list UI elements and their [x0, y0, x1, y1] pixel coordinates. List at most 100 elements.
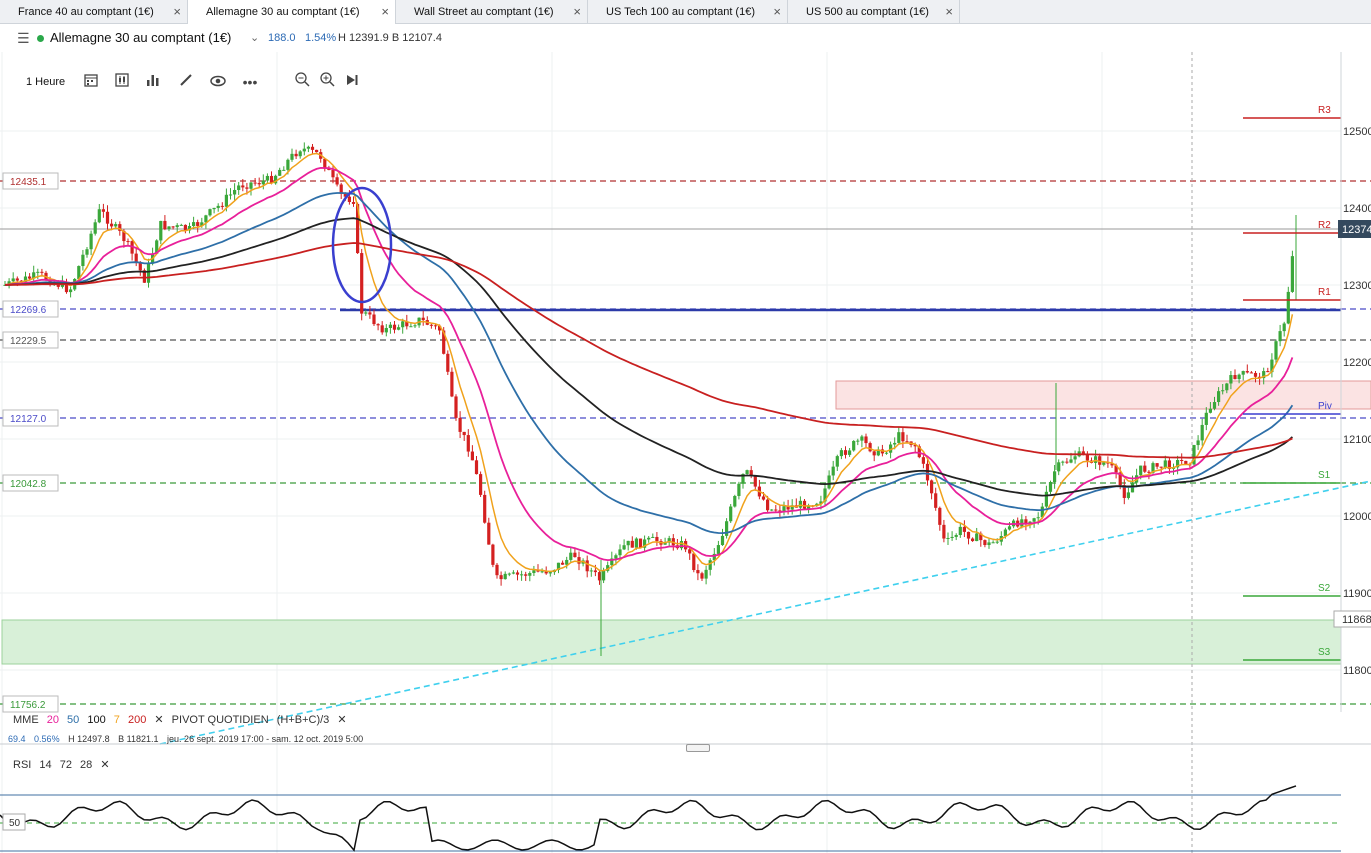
candle-body — [335, 177, 339, 185]
candle-body — [1278, 331, 1282, 342]
candle-body — [975, 533, 979, 542]
candle-body — [1282, 323, 1286, 332]
candle-body — [1036, 517, 1040, 519]
candle-body — [401, 321, 405, 328]
candle-body — [315, 149, 319, 153]
candle-body — [376, 324, 380, 326]
candle-body — [991, 542, 995, 544]
candle-body — [372, 314, 376, 325]
candle-body — [696, 570, 700, 574]
candle-body — [446, 353, 450, 372]
candle-body — [97, 209, 101, 223]
candle-body — [593, 570, 597, 573]
candle-body — [40, 271, 44, 273]
candle-body — [368, 312, 372, 315]
candle-body — [409, 326, 413, 328]
mme-label[interactable]: MME — [13, 714, 39, 726]
candle-body — [85, 249, 89, 255]
candle-body — [1139, 465, 1143, 476]
candle-body — [179, 224, 183, 226]
candle-body — [36, 271, 40, 273]
candle-body — [577, 557, 581, 564]
candle-body — [360, 253, 364, 314]
candle-body — [770, 509, 774, 511]
pivot-close-icon[interactable]: ✕ — [337, 714, 346, 726]
rsi-legend: RSI 14 72 28 ✕ — [13, 758, 115, 771]
pane-resize-handle[interactable] — [686, 744, 710, 752]
candle-body — [212, 207, 216, 210]
rsi-level-label: 50 — [9, 818, 21, 829]
candle-body — [720, 535, 725, 546]
candle-body — [265, 175, 269, 181]
chart-grid — [0, 52, 1341, 853]
pivot-label: R3 — [1318, 105, 1331, 116]
axis-tick-label: 12000 — [1343, 511, 1371, 523]
current-price-label: 12374 — [1342, 224, 1371, 236]
stats-range: jeu. 26 sept. 2019 17:00 - sam. 12 oct. … — [167, 734, 364, 744]
candle-body — [306, 146, 310, 149]
pivot-label: S3 — [1318, 647, 1331, 658]
candle-body — [208, 209, 212, 216]
support-zone — [1, 619, 1342, 665]
candle-body — [782, 506, 786, 512]
candle-body — [589, 570, 593, 572]
candle-body — [1212, 402, 1217, 409]
candle-body — [364, 312, 368, 314]
candle-body — [384, 327, 388, 333]
candle-body — [175, 225, 179, 228]
candle-body — [433, 325, 438, 327]
axis-tick-label: 12100 — [1343, 434, 1371, 446]
candle-body — [901, 432, 905, 442]
candle-body — [733, 495, 737, 507]
candle-body — [868, 443, 872, 452]
candle-body — [237, 185, 241, 190]
rsi-close-icon[interactable]: ✕ — [100, 759, 109, 771]
candle-body — [1233, 375, 1237, 380]
candle-body — [573, 552, 577, 558]
candle-body — [843, 450, 848, 455]
candle-body — [925, 463, 930, 481]
rsi-param: 14 — [39, 759, 52, 771]
mme-7: 7 — [113, 714, 120, 726]
candle-body — [167, 226, 171, 230]
mme-20: 20 — [46, 714, 59, 726]
ema-line — [5, 242, 1293, 459]
candle-body — [220, 205, 224, 207]
candle-body — [852, 440, 856, 451]
candle-body — [802, 500, 807, 509]
candle-body — [1196, 440, 1200, 446]
candle-body — [511, 572, 515, 574]
candle-body — [282, 169, 286, 171]
candle-body — [224, 194, 228, 207]
candle-body — [753, 475, 757, 487]
candle-body — [228, 194, 233, 196]
candle-body — [995, 541, 999, 543]
candle-body — [1155, 463, 1159, 467]
mme-200: 200 — [127, 714, 147, 726]
candle-body — [655, 536, 659, 542]
candle-body — [388, 324, 392, 328]
candle-body — [688, 549, 692, 554]
candle-body — [1065, 461, 1069, 463]
candle-body — [1274, 341, 1278, 360]
candle-body — [487, 522, 491, 545]
candle-body — [528, 573, 532, 576]
candle-body — [462, 431, 466, 436]
candle-body — [298, 151, 302, 157]
mme-close-icon[interactable]: ✕ — [154, 714, 163, 726]
candle-body — [942, 524, 946, 539]
pivot-label: R1 — [1318, 287, 1331, 298]
candle-body — [454, 396, 458, 418]
candle-body — [966, 531, 971, 539]
candle-body — [515, 572, 520, 575]
candle-body — [294, 153, 298, 157]
candle-body — [1044, 491, 1048, 507]
rsi-label[interactable]: RSI — [13, 759, 31, 771]
candle-body — [134, 253, 138, 262]
candle-body — [28, 276, 32, 279]
candle-body — [241, 185, 245, 188]
candle-body — [1061, 461, 1065, 463]
pivot-label[interactable]: PIVOT QUOTIDIEN — [172, 714, 269, 726]
pivot-label: Piv — [1318, 401, 1332, 412]
candle-body — [278, 169, 282, 176]
